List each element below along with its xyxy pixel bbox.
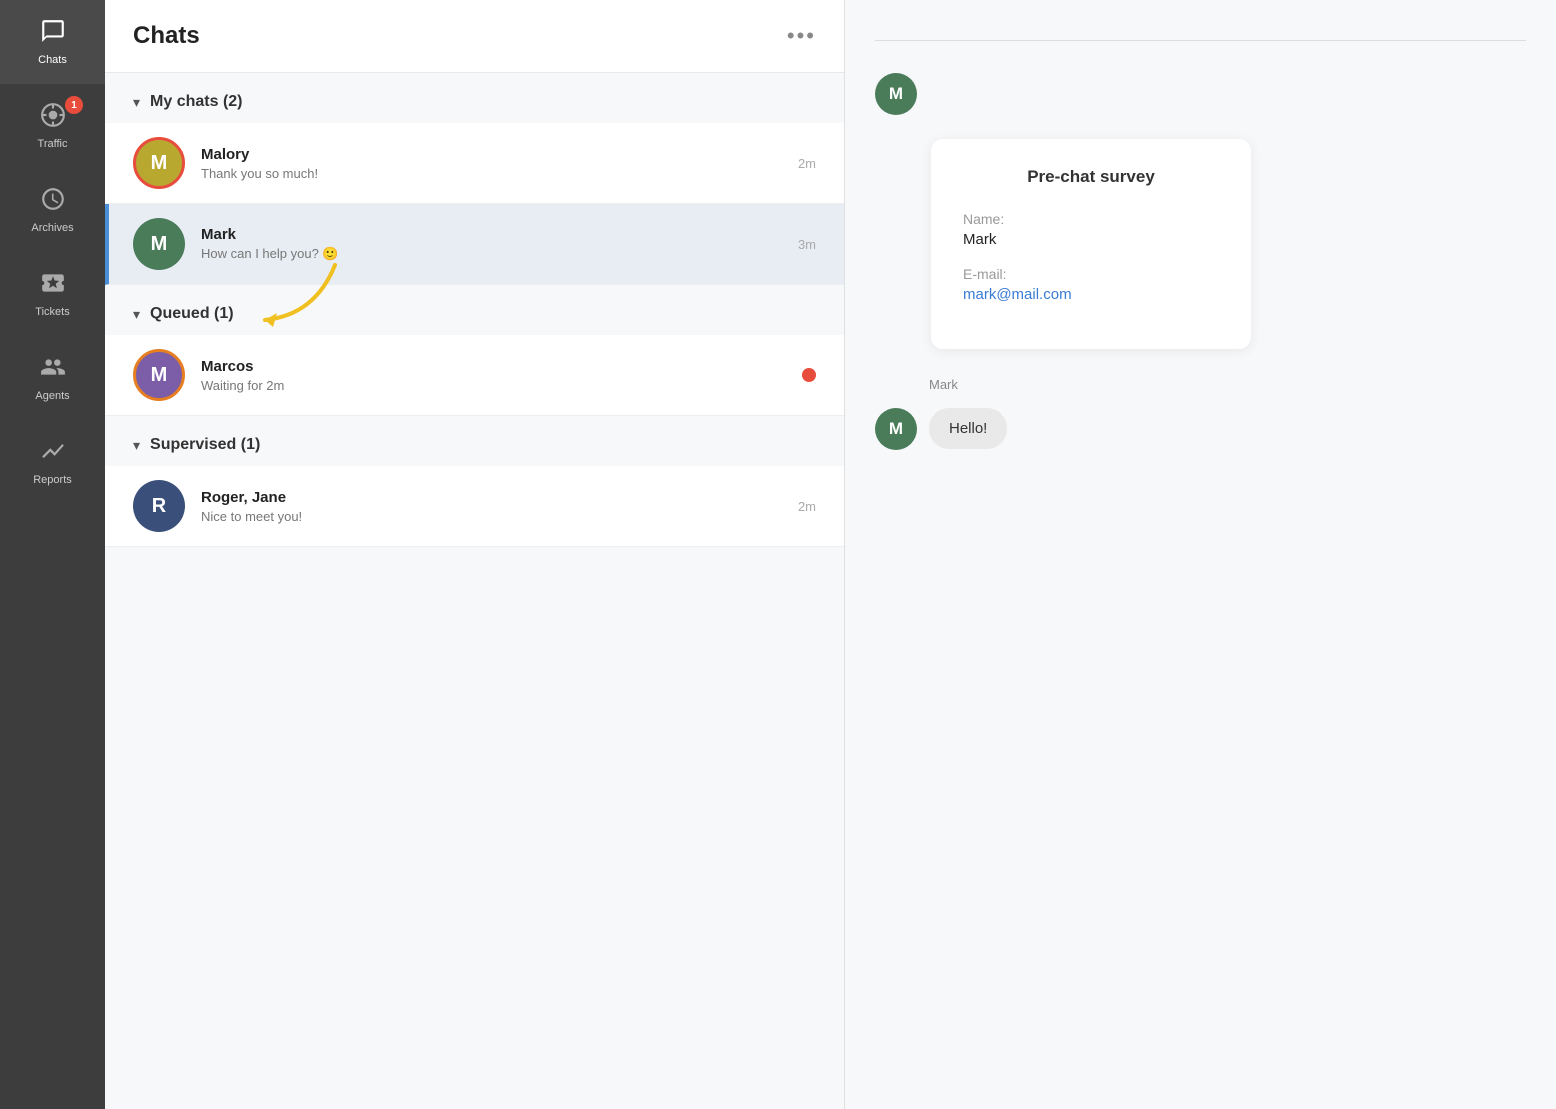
avatar-marcos: M — [133, 349, 185, 401]
archives-icon — [40, 186, 66, 216]
chat-preview-marcos: Waiting for 2m — [201, 378, 786, 393]
chat-info-roger-jane: Roger, Jane Nice to meet you! — [201, 489, 782, 524]
avatar-malory: M — [133, 137, 185, 189]
sidebar-item-traffic[interactable]: 1 Traffic — [0, 84, 105, 168]
chat-info-marcos: Marcos Waiting for 2m — [201, 358, 786, 393]
message-sender-label: Mark — [929, 377, 1526, 392]
queued-chevron: ▾ — [133, 306, 140, 323]
my-chats-title: My chats (2) — [150, 93, 242, 111]
sidebar-item-reports[interactable]: Reports — [0, 420, 105, 504]
survey-email-value: mark@mail.com — [963, 286, 1219, 303]
queued-title: Queued (1) — [150, 305, 234, 323]
supervised-chevron: ▾ — [133, 437, 140, 454]
avatar-roger-jane: R — [133, 480, 185, 532]
chat-list-panel: Chats ••• ▾ My chats (2) M Malory Thank … — [105, 0, 845, 1109]
chat-preview-mark: How can I help you? 🙂 — [201, 246, 782, 262]
survey-email-label: E-mail: — [963, 266, 1219, 282]
chat-info-malory: Malory Thank you so much! — [201, 146, 782, 181]
sidebar: Chats 1 Traffic Archives Tickets Agents … — [0, 0, 105, 1109]
tickets-icon — [40, 270, 66, 300]
queued-section-header[interactable]: ▾ Queued (1) — [105, 285, 844, 335]
traffic-icon — [40, 102, 66, 132]
chat-item-mark[interactable]: M Mark How can I help you? 🙂 3m — [105, 204, 844, 285]
chat-list-body: ▾ My chats (2) M Malory Thank you so muc… — [105, 73, 844, 1109]
chat-time-roger-jane: 2m — [798, 499, 816, 514]
message-avatar: M — [875, 408, 917, 450]
sidebar-item-traffic-label: Traffic — [38, 138, 68, 150]
survey-card-title: Pre-chat survey — [963, 167, 1219, 187]
message-bubble: Hello! — [929, 408, 1007, 449]
sidebar-item-chats-label: Chats — [38, 54, 67, 66]
chat-name-marcos: Marcos — [201, 358, 786, 375]
main-content: M Pre-chat survey Name: Mark E-mail: mar… — [845, 0, 1556, 1109]
chat-main-header: M — [875, 73, 1526, 115]
avatar-mark: M — [133, 218, 185, 270]
queued-section-wrapper: ▾ Queued (1) — [105, 285, 844, 335]
main-divider — [875, 40, 1526, 41]
sidebar-item-reports-label: Reports — [33, 474, 72, 486]
supervised-section-header[interactable]: ▾ Supervised (1) — [105, 416, 844, 466]
chats-icon — [40, 18, 66, 48]
sidebar-item-agents[interactable]: Agents — [0, 336, 105, 420]
chat-time-mark: 3m — [798, 237, 816, 252]
chat-name-malory: Malory — [201, 146, 782, 163]
sidebar-item-tickets[interactable]: Tickets — [0, 252, 105, 336]
marcos-red-dot — [802, 368, 816, 382]
chat-info-mark: Mark How can I help you? 🙂 — [201, 226, 782, 262]
chat-preview-roger-jane: Nice to meet you! — [201, 509, 782, 524]
my-chats-chevron: ▾ — [133, 94, 140, 111]
sidebar-item-tickets-label: Tickets — [35, 306, 69, 318]
more-options-button[interactable]: ••• — [787, 23, 816, 49]
reports-icon — [40, 438, 66, 468]
chat-list-header: Chats ••• — [105, 0, 844, 73]
chat-time-malory: 2m — [798, 156, 816, 171]
sidebar-item-archives-label: Archives — [31, 222, 73, 234]
sidebar-item-archives[interactable]: Archives — [0, 168, 105, 252]
agents-icon — [40, 354, 66, 384]
chat-main-avatar: M — [875, 73, 917, 115]
survey-name-label: Name: — [963, 211, 1219, 227]
traffic-badge: 1 — [65, 96, 83, 114]
chat-name-mark: Mark — [201, 226, 782, 243]
chat-item-malory[interactable]: M Malory Thank you so much! 2m — [105, 123, 844, 204]
chat-item-roger-jane[interactable]: R Roger, Jane Nice to meet you! 2m — [105, 466, 844, 547]
supervised-title: Supervised (1) — [150, 436, 260, 454]
survey-name-value: Mark — [963, 231, 1219, 248]
survey-card: Pre-chat survey Name: Mark E-mail: mark@… — [931, 139, 1251, 349]
sidebar-item-agents-label: Agents — [35, 390, 69, 402]
chat-name-roger-jane: Roger, Jane — [201, 489, 782, 506]
sidebar-item-chats[interactable]: Chats — [0, 0, 105, 84]
chat-item-marcos[interactable]: M Marcos Waiting for 2m — [105, 335, 844, 416]
chat-preview-malory: Thank you so much! — [201, 166, 782, 181]
page-title: Chats — [133, 22, 200, 50]
message-row: M Hello! — [875, 408, 1526, 450]
my-chats-section-header[interactable]: ▾ My chats (2) — [105, 73, 844, 123]
